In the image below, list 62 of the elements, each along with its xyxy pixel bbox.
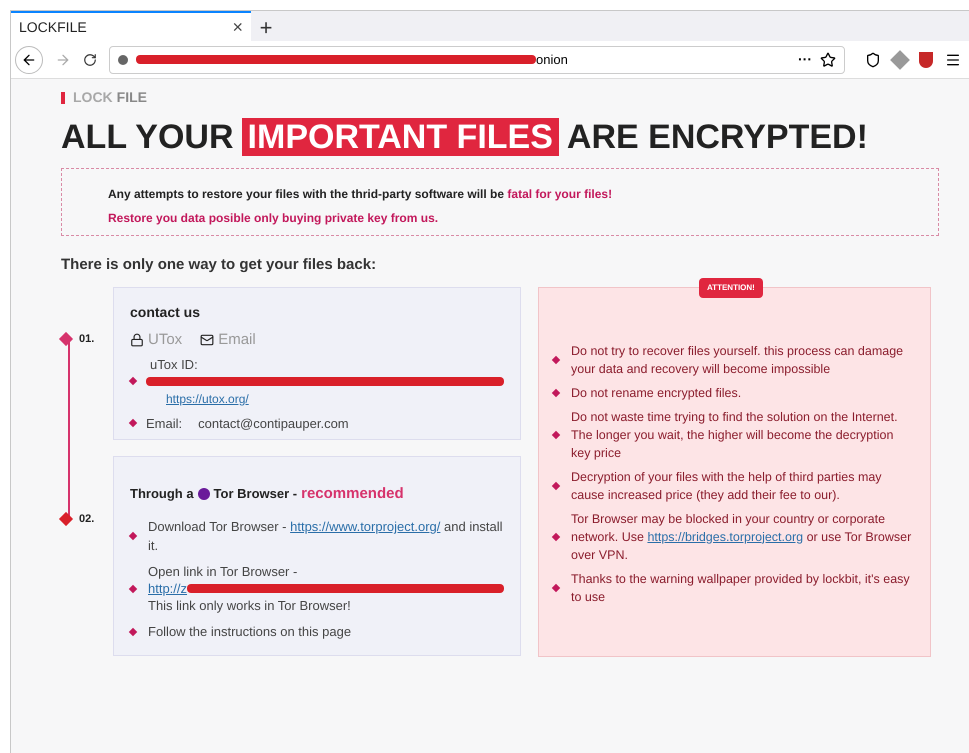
- close-tab-button[interactable]: ×: [232, 14, 243, 40]
- bullet-icon: [552, 355, 560, 364]
- step-number: 02.: [79, 512, 94, 526]
- attention-text: Thanks to the warning wallpaper provided by lockbit, it's easy to use: [571, 570, 911, 606]
- tor-logo-icon: [198, 488, 210, 500]
- bullet-icon: [128, 532, 138, 540]
- address-bar[interactable]: onion ···: [109, 46, 845, 74]
- address-text: onion: [536, 50, 568, 69]
- card-title: Through a: [130, 485, 194, 503]
- instruction-text: Open link in Tor Browser -: [148, 563, 298, 580]
- new-tab-button[interactable]: +: [251, 11, 281, 41]
- bullet-icon: [552, 583, 560, 592]
- reload-icon[interactable]: [83, 52, 97, 66]
- logo-text: LOCK: [73, 88, 113, 107]
- headline-text: ALL YOUR: [61, 120, 234, 154]
- field-label: uTox ID:: [150, 356, 199, 374]
- email-value: contact@contipauper.com: [198, 414, 349, 433]
- warning-text: Any attempts to restore your files with the thrid-party software will be fatal for your files!: [108, 186, 614, 203]
- bullet-icon: [552, 532, 560, 541]
- bullet-icon: [128, 628, 138, 636]
- attention-text: Do not try to recover files yourself. this process can damage your data and recovery will become impossible: [571, 342, 904, 378]
- attention-text: Do not rename encrypted files.: [571, 384, 742, 402]
- intro-text: There is only one way to get your files back:: [61, 255, 378, 275]
- attention-text: Do not waste time trying to find the solution on the Internet. The longer you wait, the higher will become the decryption key price: [571, 408, 899, 462]
- bullet-icon: [128, 419, 138, 428]
- mail-icon: [200, 332, 214, 347]
- bridges-link[interactable]: https://bridges.torproject.org: [647, 530, 804, 544]
- utox-link[interactable]: https://utox.org/: [166, 390, 249, 408]
- warning-text: Restore you data posible only buying private key from us.: [108, 210, 440, 227]
- tor-link[interactable]: https://www.torproject.org/: [290, 519, 440, 534]
- site-info-icon: [118, 54, 128, 64]
- logo-text: FILE: [116, 88, 148, 107]
- extension-shield-icon[interactable]: [919, 52, 933, 68]
- bookmark-icon[interactable]: [820, 52, 836, 68]
- shield-icon[interactable]: [865, 52, 881, 68]
- attention-badge: ATTENTION!: [699, 278, 763, 298]
- headline-highlight: IMPORTANT FILES: [242, 118, 559, 156]
- bullet-icon: [552, 481, 560, 490]
- onion-link[interactable]: http://z: [148, 580, 188, 597]
- menu-icon[interactable]: [945, 52, 961, 68]
- browser-tab[interactable]: LOCKFILE ×: [11, 11, 251, 41]
- card-title: contact us: [130, 302, 202, 322]
- more-menu[interactable]: ···: [798, 49, 812, 70]
- bullet-icon: [552, 388, 560, 397]
- bullet-icon: [128, 584, 138, 593]
- recommended-label: recommended: [301, 484, 404, 504]
- field-label: Email:: [146, 414, 182, 432]
- bullet-icon: [128, 376, 138, 386]
- instruction-text: This link only works in Tor Browser!: [148, 597, 352, 614]
- contact-method[interactable]: Email: [200, 328, 256, 351]
- attention-text: Decryption of your files with the help of third parties may cause increased price (they add their fee to our).: [571, 468, 883, 504]
- bullet-icon: [552, 430, 560, 439]
- step-number: 01.: [79, 332, 94, 346]
- back-button[interactable]: [15, 46, 43, 74]
- lock-icon: [130, 332, 144, 347]
- logo-mark-icon: [61, 92, 65, 104]
- contact-method[interactable]: UTox: [130, 328, 182, 351]
- attention-text: Tor Browser may be blocked in your country or corporate network. Use https://bridges.torproject.org or use Tor Browser over VPN.: [571, 510, 912, 564]
- instruction-text: Follow the instructions on this page: [148, 623, 352, 641]
- instruction-text: Download Tor Browser - https://www.torproject.org/ and install it.: [148, 518, 504, 555]
- card-title: Tor Browser -: [214, 485, 298, 503]
- headline-text: ARE ENCRYPTED!: [566, 120, 868, 154]
